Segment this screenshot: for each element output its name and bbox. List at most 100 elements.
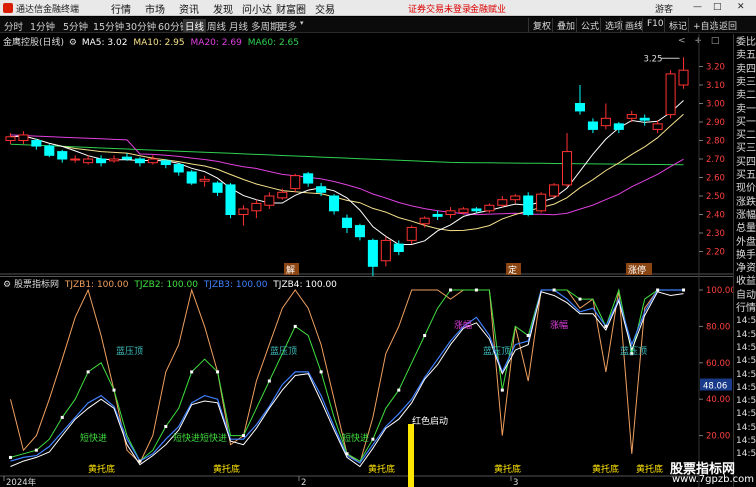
indicator-dot — [371, 437, 375, 441]
ma10-path — [10, 113, 684, 232]
side-panel-item: 买一 — [736, 116, 756, 128]
menu-item-ask[interactable]: 问小达 — [240, 1, 274, 16]
tab-30min[interactable]: 30分钟 — [125, 19, 156, 33]
indicator-dot — [449, 288, 453, 292]
minimize-icon[interactable]: — — [693, 2, 702, 12]
candle — [613, 123, 624, 130]
label-blue-top: 蓝压顶 — [483, 345, 510, 357]
label-yellow-base: 黄托底 — [636, 463, 663, 475]
back-button[interactable]: 返回 — [714, 18, 741, 32]
tab-weekly[interactable]: 周线 — [207, 19, 226, 33]
watermark: 股票指标网 www.7gpzb.com — [664, 458, 754, 487]
candle — [121, 156, 132, 160]
candle — [264, 195, 275, 206]
candle — [665, 73, 676, 116]
overlay-button[interactable]: 叠加 — [552, 18, 579, 32]
tab-more[interactable]: 更多 — [278, 19, 297, 33]
candle — [600, 117, 611, 127]
indicator-dot — [474, 288, 478, 292]
menu-item-wealth[interactable]: 财富圈 — [274, 1, 308, 16]
candle — [329, 195, 340, 212]
indicator-dot — [423, 334, 427, 337]
indicator-dot — [345, 452, 349, 456]
candle — [18, 134, 29, 141]
indicator-dot — [552, 288, 556, 292]
indicator-axis-label: 80.00 — [706, 322, 730, 332]
ma60-line — [10, 143, 684, 166]
indicator-dot — [500, 388, 504, 392]
side-panel-item: 14:5 — [736, 342, 756, 353]
side-panel-item: 14:5 — [736, 436, 756, 446]
indicator-dot — [190, 370, 194, 374]
indicator-axis-label: 20.00 — [706, 432, 730, 442]
side-panel-item: 14:5 — [736, 356, 756, 367]
formula-button[interactable]: 公式 — [576, 18, 603, 32]
side-panel-item: 买四 — [736, 156, 756, 168]
side-panel-item: 买三 — [736, 143, 756, 155]
candle — [134, 158, 145, 164]
indicator-dot — [656, 288, 660, 292]
mark-button[interactable]: 标记 — [664, 18, 691, 32]
candle — [212, 182, 223, 193]
tab-15min[interactable]: 15分钟 — [93, 19, 124, 33]
side-panel-item: 涨幅 — [736, 209, 756, 221]
indicator-axis-label: 60.00 — [706, 359, 730, 369]
candle — [406, 226, 417, 241]
label-rise-limit: 涨幅 — [550, 319, 568, 331]
tab-daily[interactable]: 日线 — [183, 19, 207, 33]
menu-item-trade[interactable]: 交易 — [308, 1, 342, 16]
candle — [587, 121, 598, 130]
label-green-fast: 短快进 — [173, 432, 200, 444]
indicator-dot — [604, 324, 608, 328]
login-status[interactable]: 证券交易未登录 — [408, 2, 471, 15]
side-panel-item: 总量 — [736, 223, 756, 235]
label-yellow-base: 黄托底 — [368, 463, 395, 475]
side-panel-item: 14:5 — [736, 396, 756, 407]
marker-zhangting: 涨停 — [628, 264, 646, 276]
more-chevron-icon[interactable]: ▾ — [300, 19, 304, 27]
maximize-icon[interactable]: □ — [713, 2, 722, 12]
price-axis-label: 2.20 — [706, 248, 725, 258]
menu-item-discover[interactable]: 发现 — [206, 1, 240, 16]
indicator-dot — [86, 370, 90, 374]
x-axis-label: 3 — [513, 478, 518, 487]
side-panel-item: 买五 — [736, 170, 756, 181]
close-icon[interactable]: ✕ — [737, 2, 745, 12]
side-panel-item: 卖二 — [736, 90, 756, 102]
candle — [445, 210, 456, 216]
indicator-chart[interactable]: 2024年 2 3 蓝压顶 蓝压顶 蓝压顶 蓝压顶短快进 短快进 短快进 短快进黄托底 黄托底 黄托… — [0, 276, 733, 487]
menu-item-markets[interactable]: 市场 — [138, 1, 172, 16]
price-axis-label: 2.50 — [706, 192, 725, 202]
indicator-axis-label: 40.00 — [706, 395, 730, 405]
candle — [678, 69, 689, 86]
guest-label[interactable]: 游客 — [655, 2, 673, 15]
x-axis-label: 2 — [301, 478, 306, 487]
price-axis-label: 2.80 — [706, 137, 725, 147]
side-panel-item: 14:5 — [736, 329, 756, 340]
broker-name[interactable]: 金融赋业 — [470, 2, 506, 15]
side-panel-item: 涨跌 — [736, 196, 756, 208]
candle — [510, 195, 521, 201]
price-chart[interactable]: 3.20 3.10 3.00 2.90 2.80 2.70 2.60 2.50 2.40 2.30… — [0, 34, 733, 276]
app-title: 通达信金融终端 — [16, 5, 80, 15]
tab-1min[interactable]: 1分钟 — [30, 19, 55, 33]
price-axis-label: 2.30 — [706, 229, 725, 239]
candle — [290, 175, 301, 190]
tab-monthly[interactable]: 月线 — [229, 19, 248, 33]
indicator-dot — [138, 459, 142, 463]
candle — [536, 193, 547, 212]
quote-side-panel: 委比 卖五 卖四 卖三 卖二 卖一 买一 买二 买三 买四 买五 现价 涨跌 涨幅 总量 外盘 换手 净资 收益 自动… — [733, 34, 756, 487]
tab-multi-period[interactable]: 多周期 — [251, 19, 280, 33]
menu-item-market[interactable]: 行情 — [104, 1, 138, 16]
side-panel-item: 换手 — [736, 249, 756, 261]
restore-button[interactable]: 复权 — [528, 18, 555, 32]
indicator-dot — [526, 334, 530, 337]
side-panel-item: 委比 — [736, 37, 756, 48]
menu-item-news[interactable]: 资讯 — [172, 1, 206, 16]
candle — [57, 151, 68, 160]
label-rise-limit: 涨幅 — [454, 319, 472, 331]
tab-intraday[interactable]: 分时 — [4, 19, 23, 33]
candle — [523, 195, 534, 215]
tab-5min[interactable]: 5分钟 — [63, 19, 88, 33]
indicator-dot — [682, 288, 686, 292]
